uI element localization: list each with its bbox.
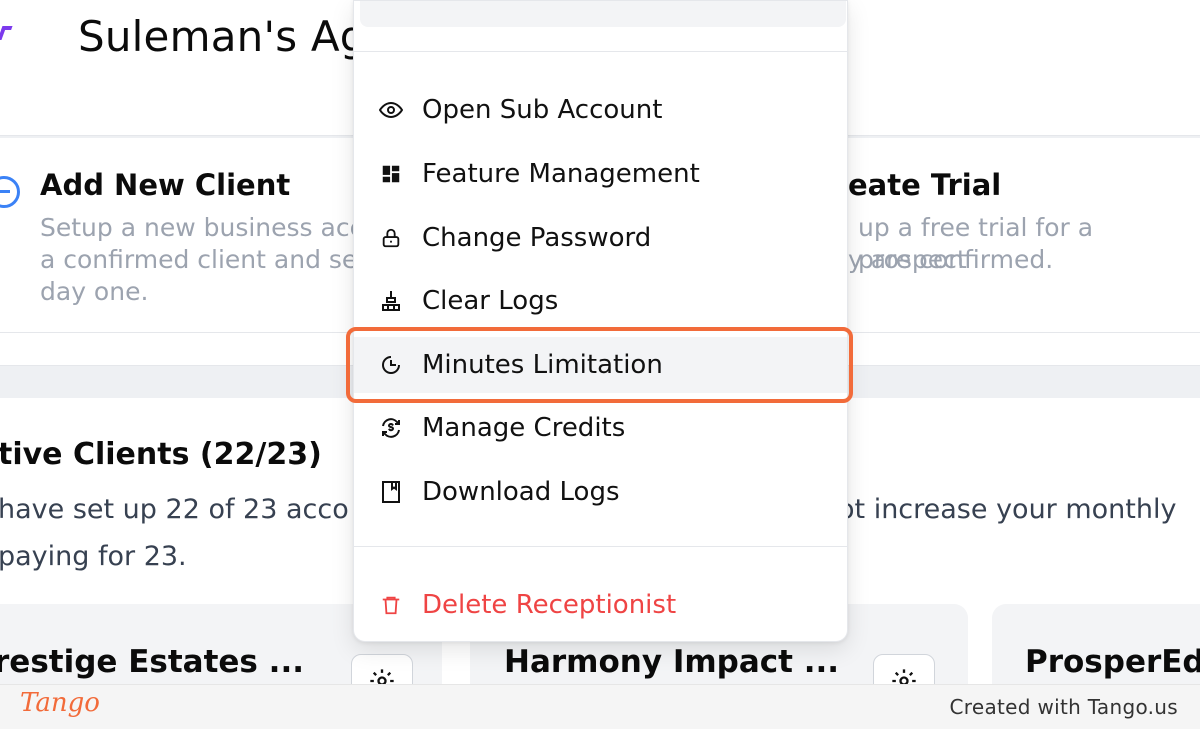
eye-icon xyxy=(378,97,404,123)
active-clients-title: tive Clients (22/23) xyxy=(0,437,322,472)
gear-icon xyxy=(370,669,394,684)
add-client-desc-line1: Setup a new business acc xyxy=(40,213,364,242)
gear-icon xyxy=(892,669,916,684)
active-clients-desc-line1-left: have set up 22 of 23 acco xyxy=(0,494,349,525)
menu-item-label: Download Logs xyxy=(422,477,620,507)
menu-item-manage-credits[interactable]: Manage Credits xyxy=(354,400,847,456)
add-client-desc-line3: day one. xyxy=(40,277,149,306)
create-trial-title[interactable]: eate Trial xyxy=(848,168,1001,202)
menu-item-label: Feature Management xyxy=(422,159,700,189)
menu-item-label: Delete Receptionist xyxy=(422,590,677,620)
trash-icon xyxy=(378,592,404,618)
menu-divider xyxy=(354,546,847,547)
menu-item-download-logs[interactable]: Download Logs xyxy=(354,464,847,520)
menu-item-label: Open Sub Account xyxy=(422,95,663,125)
grid-icon xyxy=(378,161,404,187)
menu-item-open-sub-account[interactable]: Open Sub Account xyxy=(354,82,847,138)
client-name[interactable]: ProsperEd xyxy=(1025,644,1200,680)
client-actions-menu: Open Sub Account Feature Management Chan… xyxy=(353,0,848,642)
add-client-desc-line2: a confirmed client and se xyxy=(40,245,358,274)
active-clients-desc-line2: paying for 23. xyxy=(0,541,187,572)
client-name[interactable]: restige Estates ... xyxy=(0,644,304,680)
menu-item-label: Manage Credits xyxy=(422,413,626,443)
broom-icon xyxy=(378,288,404,314)
agency-title: Suleman's Ag xyxy=(78,12,367,61)
menu-top-bar xyxy=(360,1,846,27)
menu-item-delete-receptionist[interactable]: Delete Receptionist xyxy=(354,577,847,633)
client-settings-button[interactable] xyxy=(873,654,935,684)
agency-logo-icon xyxy=(0,26,13,40)
create-trial-desc-line2: y are confirmed. xyxy=(848,245,1054,274)
menu-item-change-password[interactable]: Change Password xyxy=(354,210,847,266)
menu-item-label: Change Password xyxy=(422,223,652,253)
lock-icon xyxy=(378,225,404,251)
menu-item-label: Minutes Limitation xyxy=(422,350,663,380)
active-clients-desc-line1-right: ot increase your monthly xyxy=(838,494,1177,525)
client-name[interactable]: Harmony Impact ... xyxy=(504,644,839,680)
menu-item-clear-logs[interactable]: Clear Logs xyxy=(354,273,847,329)
menu-item-feature-management[interactable]: Feature Management xyxy=(354,146,847,202)
refresh-coin-icon xyxy=(378,415,404,441)
tango-logo[interactable]: Tango xyxy=(20,688,100,718)
client-settings-button[interactable] xyxy=(351,654,413,684)
tango-credit[interactable]: Created with Tango.us xyxy=(950,695,1178,719)
menu-item-label: Clear Logs xyxy=(422,286,559,316)
bookmark-icon xyxy=(378,479,404,505)
menu-item-minutes-limitation[interactable]: Minutes Limitation xyxy=(354,337,847,393)
timer-icon xyxy=(378,352,404,378)
add-client-title[interactable]: Add New Client xyxy=(40,168,290,202)
app-page: Suleman's Ag Add New Client Setup a new … xyxy=(0,0,1200,684)
menu-divider xyxy=(354,51,847,52)
